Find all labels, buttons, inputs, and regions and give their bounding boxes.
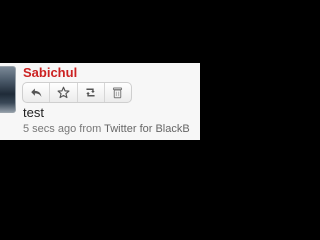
retweet-button[interactable] (78, 83, 105, 102)
source-link[interactable]: Twitter for BlackB (104, 123, 190, 135)
username-link[interactable]: Sabichul (23, 65, 77, 80)
tweet-card: Sabichul test 5 secs ago from Twitter fo… (0, 63, 200, 140)
reply-button[interactable] (23, 83, 51, 102)
favorite-button[interactable] (50, 83, 78, 102)
delete-trash-icon (113, 87, 123, 99)
tweet-actions-toolbar (22, 82, 132, 103)
avatar[interactable] (0, 66, 16, 113)
tweet-text: test (23, 105, 44, 120)
source-prefix: from (79, 123, 102, 135)
favorite-star-icon (57, 86, 70, 99)
delete-button[interactable] (105, 83, 131, 102)
reply-icon (30, 88, 41, 97)
tweet-meta: 5 secs ago from Twitter for BlackB (23, 123, 190, 135)
timestamp-link[interactable]: 5 secs ago (23, 123, 76, 135)
retweet-icon (86, 88, 95, 97)
